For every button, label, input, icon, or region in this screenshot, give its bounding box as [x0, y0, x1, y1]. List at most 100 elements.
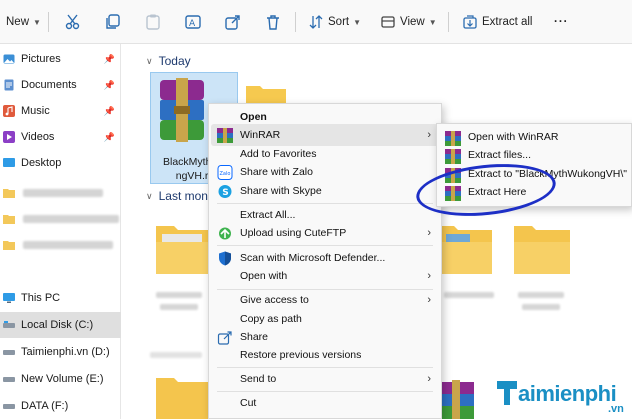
paste-button[interactable]	[144, 10, 162, 34]
menu-item-cut[interactable]: Cut	[209, 392, 441, 414]
new-button[interactable]: New ▼	[6, 10, 41, 34]
chevron-down-icon: ▼	[33, 17, 41, 27]
clipboard-icon	[146, 14, 160, 30]
menu-item-upload-cuteftp[interactable]: Upload using CuteFTP ›	[209, 222, 441, 244]
more-options-button[interactable]: ···	[554, 10, 569, 34]
rename-button[interactable]: A	[184, 10, 202, 34]
pin-icon: 📌	[103, 79, 115, 90]
nav-item-this-pc[interactable]: This PC	[0, 285, 121, 311]
nav-item-desktop[interactable]: Desktop	[0, 150, 121, 176]
watermark-brand: aimienphi	[518, 381, 617, 406]
menu-item-restore-previous[interactable]: Restore previous versions	[209, 344, 441, 366]
cut-button[interactable]	[64, 10, 82, 34]
copy-button[interactable]	[104, 10, 122, 34]
chevron-right-icon: ›	[427, 227, 431, 239]
svg-text:A: A	[189, 19, 196, 29]
folder-icon[interactable]	[514, 220, 570, 274]
blurred-label	[156, 292, 202, 298]
pin-icon: 📌	[103, 53, 115, 64]
watermark-logo: aimienphi .vn	[490, 375, 632, 419]
navigation-pane: Pictures 📌 Documents 📌 Music 📌 Videos 📌 …	[0, 44, 121, 419]
svg-text:S: S	[222, 188, 228, 198]
nav-item-drive-f[interactable]: DATA (F:)	[0, 393, 121, 419]
folder-icon[interactable]	[436, 220, 492, 274]
folder-icon[interactable]	[156, 220, 208, 274]
blurred-label	[444, 292, 494, 298]
nav-item-pictures[interactable]: Pictures 📌	[0, 46, 121, 72]
sort-icon	[309, 15, 323, 29]
music-icon	[3, 105, 15, 117]
view-icon	[381, 16, 395, 28]
pictures-icon	[3, 54, 15, 64]
drive-icon	[3, 404, 15, 409]
drive-icon	[3, 377, 15, 382]
winrar-archive-icon[interactable]	[436, 380, 476, 419]
blurred-folder-row[interactable]	[0, 184, 103, 202]
view-label: View	[400, 16, 425, 28]
folder-icon[interactable]	[156, 372, 208, 419]
toolbar-divider	[448, 12, 449, 32]
chevron-down-icon: ∨	[146, 190, 153, 201]
blurred-label	[522, 304, 560, 310]
chevron-down-icon: ▼	[428, 17, 437, 27]
winrar-archive-icon	[160, 78, 204, 142]
toolbar-divider	[48, 12, 49, 32]
menu-item-open-with[interactable]: Open with ›	[209, 265, 441, 287]
watermark-suffix: .vn	[608, 403, 624, 415]
desktop-icon	[3, 158, 15, 167]
toolbar-divider	[295, 12, 296, 32]
zalo-icon: Zalo	[217, 165, 233, 180]
folder-icon	[3, 189, 15, 198]
defender-shield-icon	[219, 251, 231, 266]
nav-item-music[interactable]: Music 📌	[0, 98, 121, 124]
chevron-right-icon: ›	[427, 373, 431, 385]
rename-icon: A	[185, 15, 201, 29]
nav-item-drive-d[interactable]: Taimienphi.vn (D:)	[0, 339, 121, 365]
blurred-folder-row[interactable]	[0, 236, 113, 254]
nav-item-documents[interactable]: Documents 📌	[0, 72, 121, 98]
command-bar: New ▼ A Sort ▼ View ▼ Extract all ···	[0, 0, 632, 44]
context-menu: Open WinRAR › Add to Favorites Zalo Shar…	[208, 103, 442, 419]
pin-icon: 📌	[103, 105, 115, 116]
more-label: ···	[554, 16, 569, 28]
blurred-group-header	[150, 352, 202, 358]
folder-icon	[3, 241, 15, 250]
videos-icon	[3, 131, 15, 143]
menu-separator	[217, 245, 433, 246]
group-header-today[interactable]: ∨ Today	[146, 54, 191, 68]
trash-icon	[267, 15, 279, 30]
svg-text:Zalo: Zalo	[220, 171, 231, 177]
chevron-right-icon: ›	[427, 270, 431, 282]
cuteftp-icon	[219, 227, 231, 240]
sort-button[interactable]: Sort ▼	[308, 10, 361, 34]
view-button[interactable]: View ▼	[380, 10, 437, 34]
menu-item-send-to[interactable]: Send to ›	[209, 368, 441, 390]
share-icon	[217, 331, 232, 345]
blurred-folder-row[interactable]	[0, 210, 119, 228]
nav-item-videos[interactable]: Videos 📌	[0, 124, 121, 150]
group-header-last-month[interactable]: ∨ Last mont	[146, 189, 211, 203]
nav-item-drive-c[interactable]: Local Disk (C:)	[0, 312, 121, 338]
drive-icon	[3, 350, 15, 355]
share-icon	[225, 15, 240, 30]
share-button[interactable]	[224, 10, 242, 34]
chevron-down-icon: ∨	[146, 55, 153, 66]
winrar-icon	[217, 128, 233, 143]
extract-icon	[463, 15, 477, 29]
extract-all-button[interactable]: Extract all	[462, 10, 533, 34]
pin-icon: 📌	[103, 131, 115, 142]
scissors-icon	[65, 14, 80, 30]
sort-label: Sort	[328, 16, 350, 28]
skype-icon: S	[218, 185, 232, 198]
taimienphi-logo-icon	[497, 381, 517, 405]
copy-icon	[106, 14, 120, 29]
blurred-label	[518, 292, 564, 298]
new-label: New	[6, 16, 30, 28]
delete-button[interactable]	[264, 10, 282, 34]
chevron-right-icon: ›	[427, 129, 431, 141]
nav-item-drive-e[interactable]: New Volume (E:)	[0, 366, 121, 392]
chevron-right-icon: ›	[427, 294, 431, 306]
menu-item-share-with-skype[interactable]: S Share with Skype	[209, 180, 441, 202]
computer-icon	[3, 293, 15, 303]
documents-icon	[4, 79, 14, 91]
